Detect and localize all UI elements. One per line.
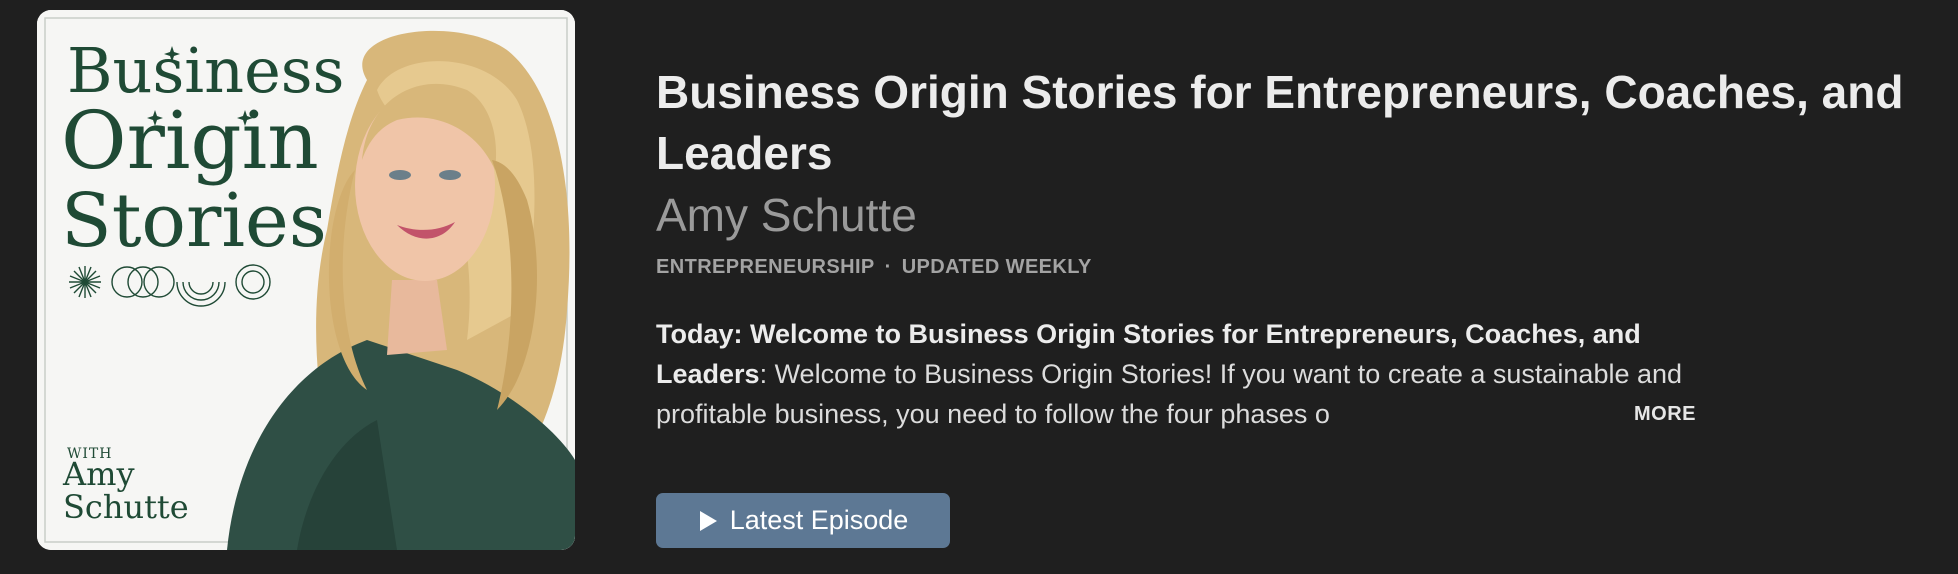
category-link[interactable]: ENTREPRENEURSHIP bbox=[656, 256, 875, 279]
podcast-description: Today: Welcome to Business Origin Storie… bbox=[656, 314, 1696, 434]
artwork-image: Business Origin Stories WITH Amy Schutte bbox=[37, 10, 575, 550]
more-button[interactable]: MORE bbox=[1634, 394, 1696, 434]
artwork-title-line: Origin bbox=[61, 94, 319, 187]
latest-episode-label: Latest Episode bbox=[729, 505, 909, 535]
podcast-title: Business Origin Stories for Entrepreneur… bbox=[656, 66, 1904, 179]
podcast-info: Business Origin Stories for Entrepreneur… bbox=[656, 62, 1916, 434]
update-frequency: UPDATED WEEKLY bbox=[901, 256, 1092, 278]
description-fade: MORE bbox=[1526, 394, 1696, 434]
podcast-author-link[interactable]: Amy Schutte bbox=[656, 186, 1916, 244]
meta-separator: · bbox=[884, 256, 892, 278]
play-icon bbox=[699, 510, 717, 531]
podcast-artwork[interactable]: Business Origin Stories WITH Amy Schutte bbox=[37, 10, 575, 550]
artwork-title-line: Stories bbox=[61, 178, 327, 264]
podcast-meta: ENTREPRENEURSHIP · UPDATED WEEKLY bbox=[656, 256, 1916, 279]
latest-episode-button[interactable]: Latest Episode bbox=[656, 493, 950, 548]
artwork-host-line: Schutte bbox=[63, 488, 189, 526]
